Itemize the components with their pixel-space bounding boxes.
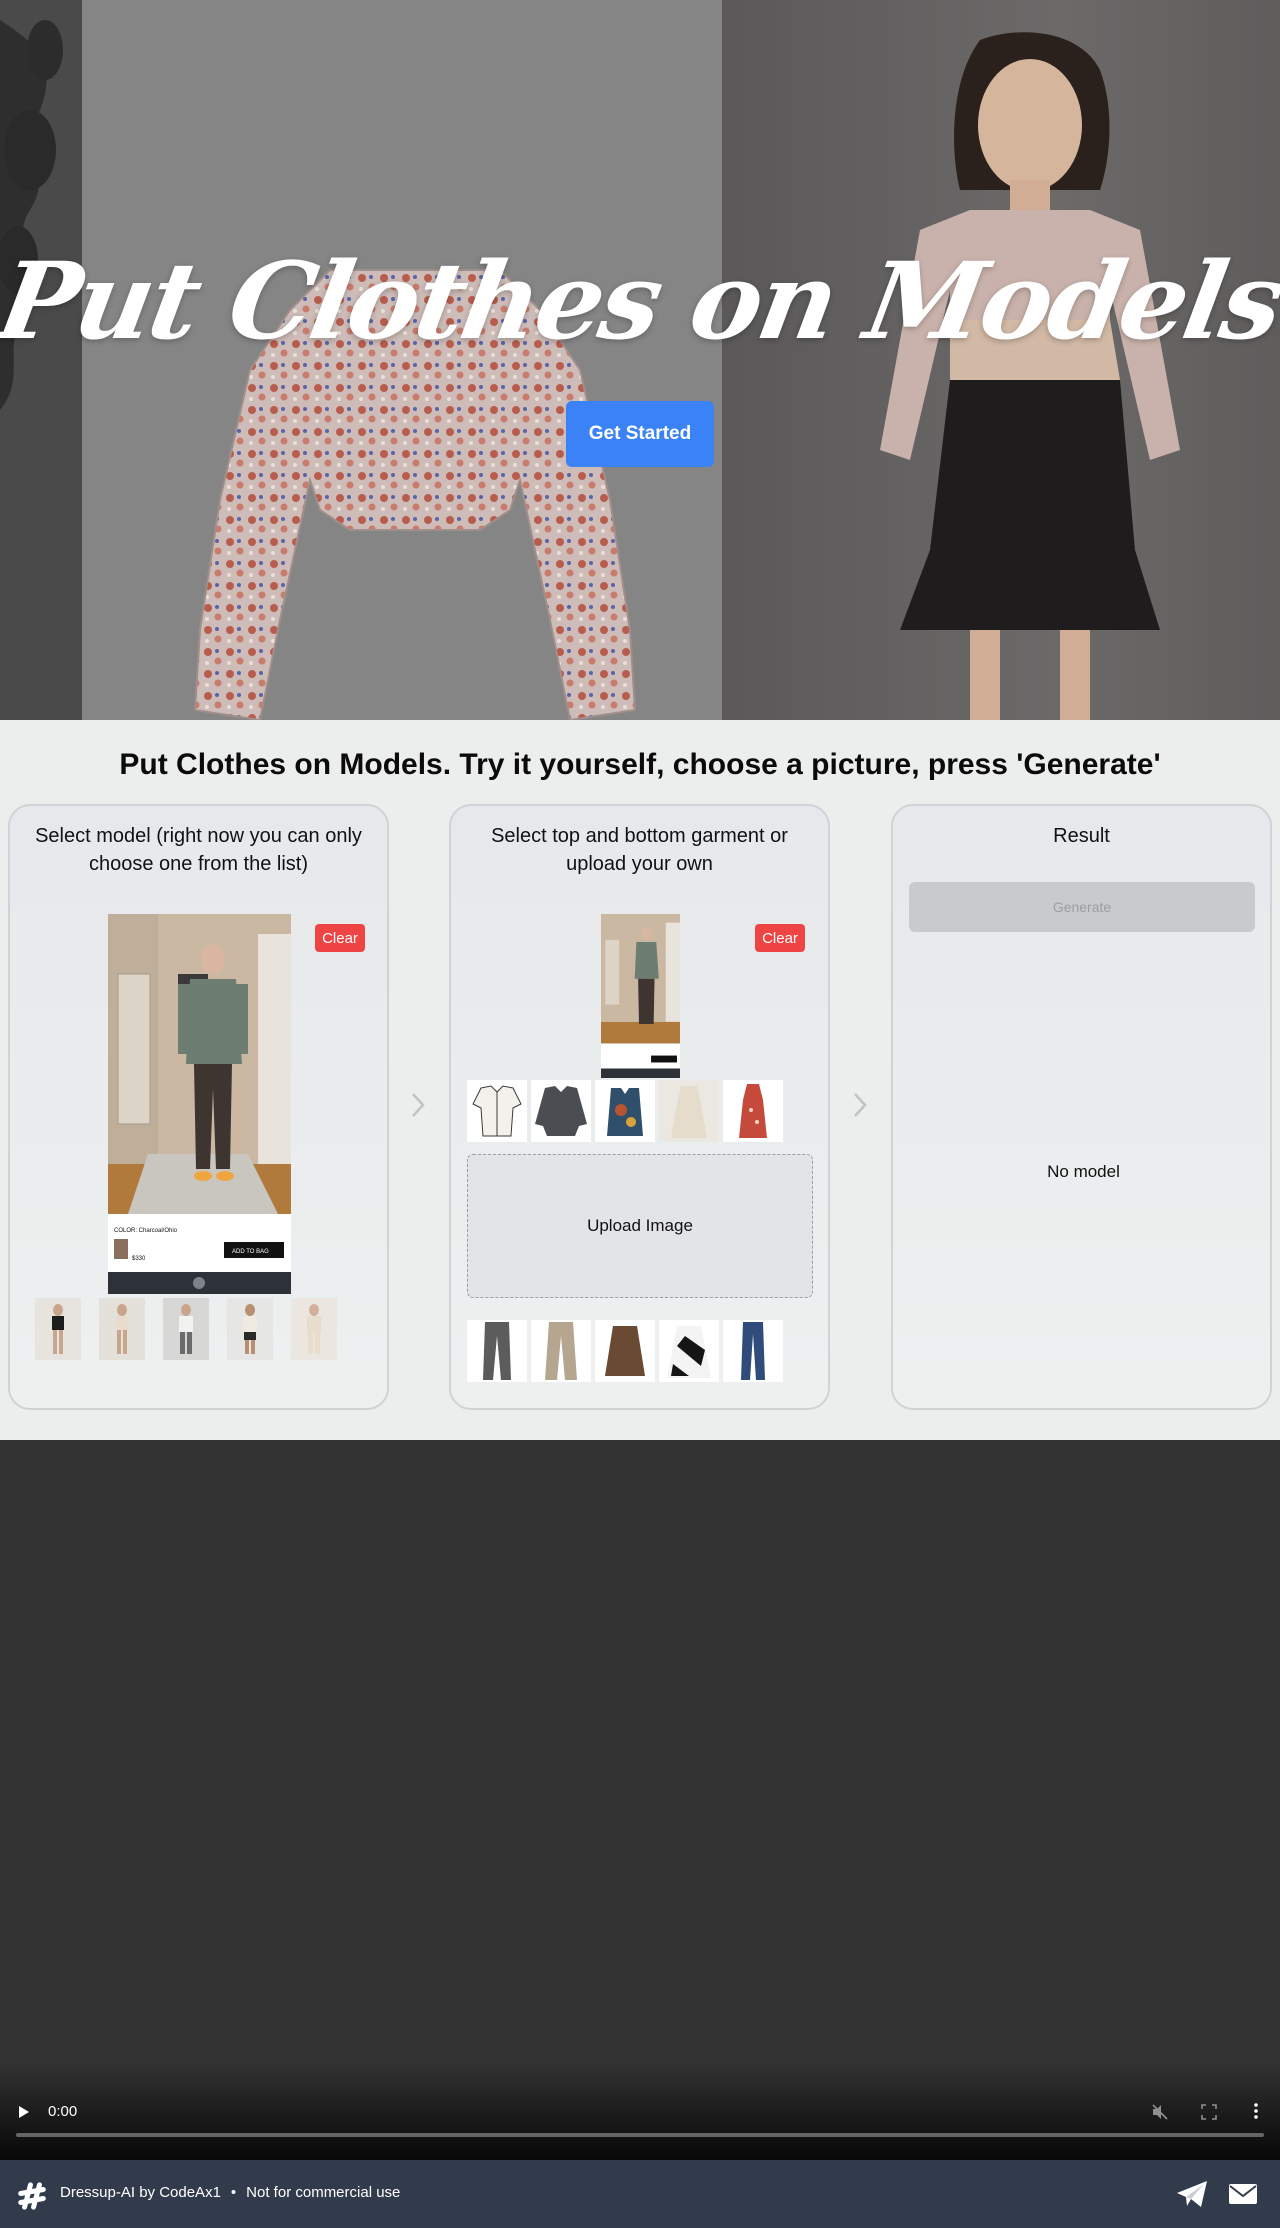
upload-image-label: Upload Image [587,1216,693,1235]
top-garment-thumbnail-4[interactable] [659,1080,719,1142]
play-icon[interactable] [16,2104,32,2120]
garment-card-title: Select top and bottom garment or upload … [491,825,788,875]
footer-text: Dressup-AI by CodeAx1 • Not for commercial… [60,2184,400,2201]
model-select-card: Select model (right now you can only cho… [8,804,389,1410]
footer-separator: • [230,2184,237,2201]
video-player[interactable]: 0:00 [0,1440,1280,2160]
model-thumbnail-1[interactable] [35,1298,81,1360]
email-icon[interactable] [1228,2182,1258,2206]
clear-garment-button[interactable]: Clear [755,924,805,952]
phone-price-text: $330 [132,1256,146,1262]
model-thumbnail-3[interactable] [163,1298,209,1360]
result-card-title: Result [1053,825,1110,847]
bottom-garment-thumbnail-4[interactable] [659,1320,719,1382]
generate-button[interactable]: Generate [909,882,1255,932]
model-thumbnail-2[interactable] [99,1298,145,1360]
bottom-garment-thumbnail-5[interactable] [723,1320,783,1382]
chevron-right-icon [850,1090,870,1120]
hash-logo-icon [18,2182,46,2210]
hero-title: Put Clothes on Models [0,238,1280,363]
footer-notice: Not for commercial use [246,2184,401,2201]
demo-heading: Put Clothes on Models. Try it yourself, … [119,748,1161,781]
video-controls-bar [0,2060,1280,2160]
selected-model-photo: COLOR: Charcoal/Ohio $330 ADD TO BAG [108,914,291,1294]
phone-add-to-bag-text: ADD TO BAG [232,1249,269,1255]
bottom-garment-thumbnail-1[interactable] [467,1320,527,1382]
footer: Dressup-AI by CodeAx1 • Not for commercial… [0,2160,1280,2228]
video-progress-bar[interactable] [16,2133,1264,2137]
model-thumbnail-5[interactable] [291,1298,337,1360]
model-thumbnail-4[interactable] [227,1298,273,1360]
upload-image-dropzone[interactable]: Upload Image [467,1154,813,1298]
phone-color-text: COLOR: Charcoal/Ohio [114,1228,178,1234]
top-garment-thumbnail-3[interactable] [595,1080,655,1142]
chevron-right-icon [408,1090,428,1120]
result-empty-text: No model [1047,1162,1120,1181]
more-options-icon[interactable] [1248,2101,1264,2121]
top-garment-thumbnail-5[interactable] [723,1080,783,1142]
hero-banner: Put Clothes on Models Get Started [0,0,1280,720]
get-started-button[interactable]: Get Started [566,401,714,467]
fullscreen-icon[interactable] [1200,2103,1218,2121]
muted-volume-icon[interactable] [1151,2103,1169,2121]
top-garment-thumbnail-2[interactable] [531,1080,591,1142]
footer-brand-link[interactable]: Dressup-AI by CodeAx1 [60,2184,221,2201]
bottom-garment-thumbnail-2[interactable] [531,1320,591,1382]
garment-select-card: Select top and bottom garment or upload … [449,804,830,1410]
video-time: 0:00 [48,2103,78,2120]
bottom-garment-thumbnail-3[interactable] [595,1320,655,1382]
demo-section: Put Clothes on Models. Try it yourself, … [0,720,1280,1440]
selected-garment-photo [601,914,680,1078]
fashion-model-image [880,32,1180,720]
clear-model-button[interactable]: Clear [315,924,365,952]
result-card: Result Generate No model [891,804,1272,1410]
top-garment-thumbnail-1[interactable] [467,1080,527,1142]
model-card-title: Select model (right now you can only cho… [35,825,362,875]
telegram-send-icon[interactable] [1176,2180,1208,2208]
